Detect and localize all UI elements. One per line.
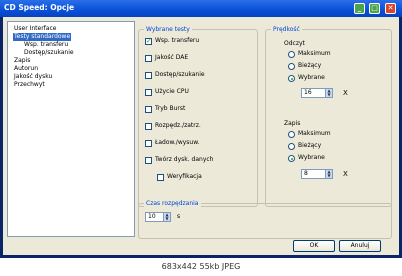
checkbox-label: Weryfikacja [167, 173, 202, 180]
read-speed-value: 16 [304, 89, 312, 96]
cancel-button[interactable]: Anuluj [339, 240, 381, 252]
write-label: Zapis [284, 120, 301, 127]
read-speed-x: X [343, 89, 348, 97]
tree-item-disc-quality[interactable]: Jakość dysku [13, 73, 53, 81]
write-selected-radio[interactable] [288, 155, 295, 162]
checkbox-label: Użycie CPU [155, 88, 189, 95]
checkbox-label: Tryb Burst [155, 105, 186, 112]
checkbox-burst-mode[interactable] [145, 106, 152, 113]
ok-button[interactable]: OK [293, 240, 335, 252]
checkbox-create-data-disc[interactable] [145, 157, 152, 164]
write-speed-spinner[interactable]: 8 ▲ ▼ [301, 169, 333, 179]
speed-group: Prędkość Odczyt Maksimum Bieżący Wybrane… [265, 25, 392, 207]
checkbox-label: Twórz dysk. danych [155, 156, 214, 163]
spinner-arrows-icon[interactable]: ▲ ▼ [163, 213, 170, 221]
maximize-icon[interactable]: □ [369, 3, 380, 14]
read-selected-radio[interactable] [288, 75, 295, 82]
spin-up-delay-group: Czas rozpędzania 10 ▲ ▼ s [138, 199, 392, 239]
checkbox-label: Wsp. transferu [155, 37, 200, 44]
category-tree[interactable]: User Interface Testy standardowe Wsp. tr… [7, 21, 135, 237]
checkbox-verification[interactable] [157, 174, 164, 181]
radio-label: Maksimum [298, 50, 331, 57]
delay-unit: s [177, 213, 181, 220]
checkbox-dae-quality[interactable] [145, 55, 152, 62]
image-caption: 683x442 55kb JPEG [0, 258, 402, 276]
checkbox-spin-up-down[interactable] [145, 123, 152, 130]
checkbox-load-eject[interactable] [145, 140, 152, 147]
options-window: CD Speed: Opcje _ □ ✕ User Interface Tes… [0, 0, 402, 258]
window-title: CD Speed: Opcje [4, 3, 75, 12]
minimize-icon[interactable]: _ [354, 3, 365, 14]
spinner-arrows-icon[interactable]: ▲ ▼ [325, 89, 332, 97]
checkbox-label: Rozpędz./zatrz. [155, 122, 201, 129]
checkbox-cpu-usage[interactable] [145, 89, 152, 96]
radio-label: Wybrane [298, 154, 325, 161]
tree-item-write[interactable]: Zapis [13, 57, 31, 65]
tree-item-standard-tests[interactable]: Testy standardowe [13, 33, 72, 41]
selected-tests-title: Wybrane testy [144, 25, 192, 34]
write-max-radio[interactable] [288, 131, 295, 138]
write-speed-value: 8 [304, 170, 308, 177]
spinner-arrows-icon[interactable]: ▲ ▼ [325, 170, 332, 178]
checkbox-label: Ładow./wysuw. [155, 139, 200, 146]
radio-label: Bieżący [298, 62, 322, 69]
checkbox-label: Dostęp/szukanie [155, 71, 205, 78]
delay-spinner[interactable]: 10 ▲ ▼ [145, 212, 171, 222]
tree-item-user-interface[interactable]: User Interface [13, 25, 57, 33]
checkbox-access-seek[interactable] [145, 72, 152, 79]
spin-up-delay-title: Czas rozpędzania [144, 199, 201, 208]
title-bar: CD Speed: Opcje _ □ ✕ [0, 0, 402, 17]
selected-tests-group: Wybrane testy Wsp. transferu Jakość DAE … [138, 25, 258, 207]
radio-label: Maksimum [298, 130, 331, 137]
read-speed-spinner[interactable]: 16 ▲ ▼ [301, 88, 333, 98]
radio-label: Wybrane [298, 74, 325, 81]
write-current-radio[interactable] [288, 143, 295, 150]
read-current-radio[interactable] [288, 63, 295, 70]
speed-title: Prędkość [271, 25, 302, 34]
tree-item-transfer-rate[interactable]: Wsp. transferu [23, 41, 69, 49]
tree-item-access-seek[interactable]: Dostęp/szukanie [23, 49, 75, 57]
window-client: User Interface Testy standardowe Wsp. tr… [3, 17, 399, 255]
tree-item-autorun[interactable]: Autorun [13, 65, 39, 73]
close-icon[interactable]: ✕ [385, 3, 396, 14]
checkbox-label: Jakość DAE [155, 54, 189, 61]
read-label: Odczyt [284, 40, 305, 47]
read-max-radio[interactable] [288, 51, 295, 58]
radio-label: Bieżący [298, 142, 322, 149]
tree-item-capture[interactable]: Przechwyt [13, 81, 46, 89]
delay-value: 10 [148, 213, 156, 220]
write-speed-x: X [343, 170, 348, 178]
checkbox-transfer-rate[interactable] [145, 37, 152, 45]
